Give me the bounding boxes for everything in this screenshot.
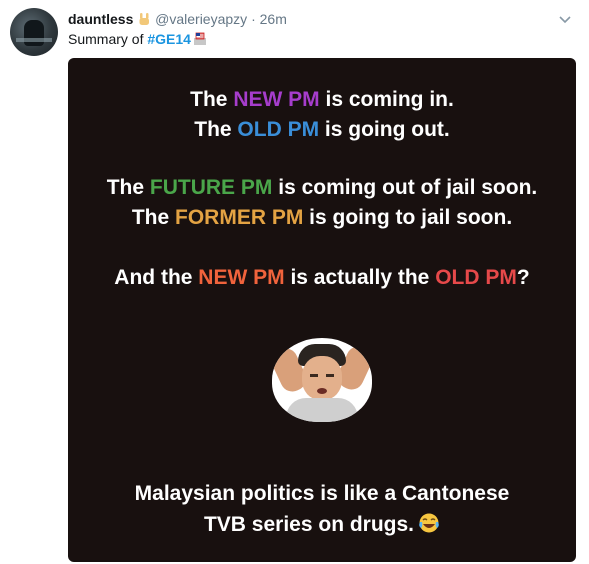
l5-old-pm: OLD PM: [435, 266, 517, 289]
l5-e: ?: [516, 266, 530, 289]
l7-text: TVB series on drugs.: [203, 513, 415, 536]
l3-c: is coming out of jail soon.: [272, 176, 538, 199]
l5-c: is actually the: [284, 266, 436, 289]
image-line-3: The FUTURE PM is coming out of jail soon…: [68, 176, 576, 200]
avatar-figure: [24, 20, 44, 46]
tweet-text-prefix: Summary of: [68, 31, 148, 47]
l1-c: is coming in.: [319, 88, 454, 111]
l4-former-pm: FORMER PM: [175, 206, 304, 229]
avatar[interactable]: [10, 8, 58, 56]
image-line-7: TVB series on drugs.: [68, 512, 576, 537]
l2-a: The: [194, 118, 238, 141]
malaysia-flag-ballot-emoji-icon: [193, 32, 206, 45]
l1-new-pm: NEW PM: [233, 88, 320, 111]
avatar-ledge: [16, 38, 52, 42]
display-name[interactable]: dauntless: [68, 11, 133, 27]
timestamp[interactable]: 26m: [260, 11, 287, 27]
l4-c: is going to jail soon.: [303, 206, 513, 229]
confused-man-meme-icon: [272, 338, 372, 422]
l2-c: is going out.: [319, 118, 450, 141]
image-line-1: The NEW PM is coming in.: [68, 88, 576, 112]
l1-a: The: [190, 88, 234, 111]
l4-a: The: [131, 206, 175, 229]
handle[interactable]: @valerieyapzy: [155, 11, 247, 27]
image-line-2: The OLD PM is going out.: [68, 118, 576, 142]
tweet-image[interactable]: The NEW PM is coming in. The OLD PM is g…: [68, 58, 576, 562]
chevron-down-icon[interactable]: [556, 10, 574, 28]
tweet-text: Summary of #GE14: [68, 30, 207, 48]
tweet[interactable]: dauntless @valerieyapzy · 26m Summary of…: [0, 0, 589, 564]
l2-old-pm: OLD PM: [237, 118, 320, 141]
rock-hand-emoji-icon: [139, 13, 150, 25]
l5-new-pm: NEW PM: [198, 266, 285, 289]
image-line-4: The FORMER PM is going to jail soon.: [68, 206, 576, 230]
separator: ·: [251, 11, 256, 27]
tweet-header: dauntless @valerieyapzy · 26m: [68, 10, 287, 28]
hashtag-link[interactable]: #GE14: [147, 31, 191, 47]
image-line-6: Malaysian politics is like a Cantonese: [134, 482, 510, 505]
l5-a: And the: [114, 266, 199, 289]
l3-future-pm: FUTURE PM: [149, 176, 273, 199]
l3-a: The: [106, 176, 150, 199]
tears-of-joy-emoji-icon: [419, 513, 439, 533]
image-line-5: And the NEW PM is actually the OLD PM?: [68, 266, 576, 290]
